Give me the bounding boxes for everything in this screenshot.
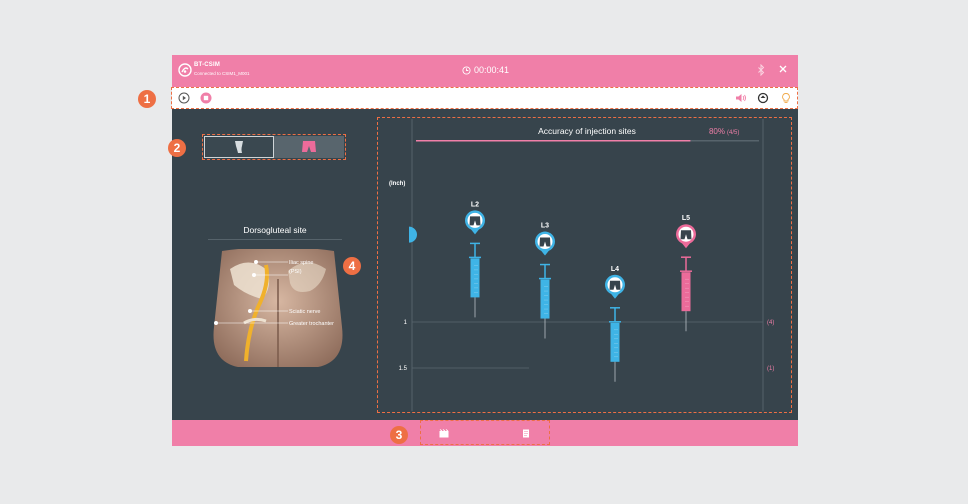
label-psi: (PSI)	[289, 269, 302, 275]
callout-3: 3	[390, 426, 408, 444]
session-timer: 00:00:41	[462, 65, 509, 75]
toolbar-highlight	[171, 87, 798, 109]
toggle-highlight	[202, 134, 346, 160]
close-icon[interactable]	[778, 64, 788, 74]
label-iliac-spine: Iliac spine	[289, 260, 313, 266]
site-divider	[208, 239, 342, 240]
app-logo-icon	[178, 63, 192, 77]
callout-2: 2	[168, 139, 186, 157]
bottom-bar-highlight	[420, 420, 550, 445]
title-bar: BT-CSIM Connected to CSIM1_M001 00:00:41	[172, 55, 798, 87]
app-name: BT-CSIM	[194, 62, 221, 68]
clock-icon	[462, 65, 471, 75]
connection-status: Connected to CSIM1_M001	[194, 71, 250, 76]
callout-1: 1	[138, 90, 156, 108]
callout-4: 4	[343, 257, 361, 275]
label-sciatic-nerve: Sciatic nerve	[289, 309, 321, 315]
label-greater-trochanter: Greater trochanter	[289, 321, 334, 327]
chart-highlight	[377, 117, 792, 413]
timer-value: 00:00:41	[474, 65, 510, 75]
dorsogluteal-anatomy-illustration: Iliac spine (PSI) Sciatic nerve Greater …	[213, 249, 343, 367]
bluetooth-icon[interactable]	[756, 64, 766, 76]
site-title: Dorsogluteal site	[243, 225, 307, 235]
